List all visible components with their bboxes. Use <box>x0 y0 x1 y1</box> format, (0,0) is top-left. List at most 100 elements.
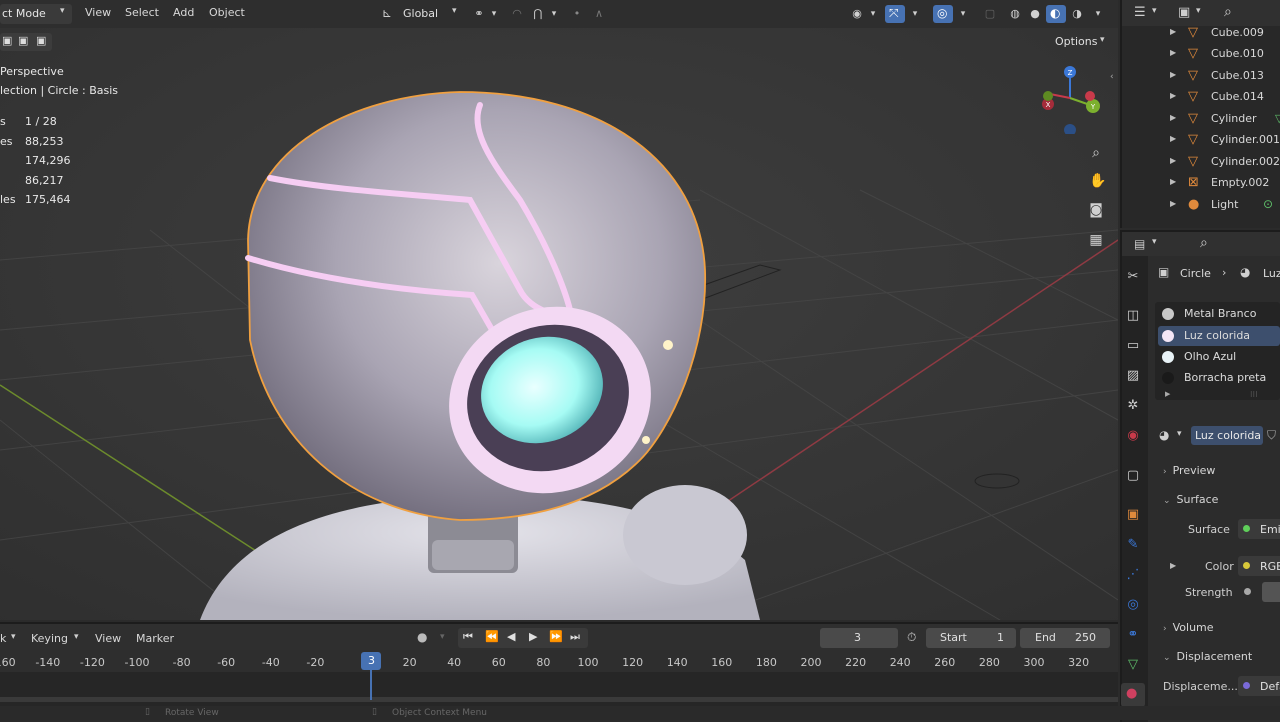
outliner-row[interactable]: ▶ ▽ Cube.013 <box>1125 66 1280 87</box>
expand-triangle-icon[interactable]: ▶ <box>1170 70 1176 79</box>
expand-triangle-icon[interactable]: ▶ <box>1170 134 1176 143</box>
gizmo-toggle-button[interactable]: ⤧ <box>885 5 905 23</box>
chevron-down-icon[interactable]: ▾ <box>908 7 922 21</box>
material-preview-button[interactable]: ◐ <box>1046 5 1066 23</box>
list-resize-grip-icon[interactable]: ⁝⁝⁝ <box>1250 390 1258 399</box>
output-tab-icon[interactable]: ▭ <box>1123 336 1143 356</box>
visibility-eye-icon[interactable]: ◉ <box>850 7 864 21</box>
chevron-down-icon[interactable]: ▾ <box>11 632 16 642</box>
chevron-down-icon[interactable]: ▾ <box>440 632 445 642</box>
surface-shader-field[interactable]: Emi <box>1238 519 1280 539</box>
current-frame-field[interactable]: 3 <box>820 628 898 648</box>
constraints-tab-icon[interactable]: ⚭ <box>1123 625 1143 645</box>
list-expand-triangle-icon[interactable]: ▶ <box>1165 390 1170 398</box>
menu-add[interactable]: Add <box>173 6 194 19</box>
transform-orientation-dropdown[interactable]: ⊾ Global ▾ <box>380 4 462 24</box>
camera-icon[interactable]: ◙ <box>1089 203 1103 217</box>
object-tab-icon[interactable]: ▣ <box>1123 505 1143 525</box>
xray-icon[interactable]: ▢ <box>983 7 997 21</box>
timeline-scrollbar[interactable] <box>0 697 1118 702</box>
outliner-row[interactable]: ▶ ▽ Cylinder ▽ <box>1125 109 1280 130</box>
outliner-row[interactable]: ▶ ▽ Cylinder.002 <box>1125 152 1280 173</box>
physics-tab-icon[interactable]: ◎ <box>1123 595 1143 615</box>
end-frame-field[interactable]: End 250 <box>1020 628 1110 648</box>
material-name-field[interactable]: Luz colorida <box>1191 426 1263 445</box>
material-datablock-selector[interactable]: ◕ ▾ Luz colorida ⛉ <box>1155 425 1280 447</box>
chevron-down-icon[interactable]: ▾ <box>1152 6 1157 16</box>
editor-type-icon[interactable]: ▤ <box>1134 237 1145 251</box>
color-input-field[interactable]: RGB <box>1238 556 1280 576</box>
rendered-shading-icon[interactable]: ◑ <box>1070 7 1084 21</box>
fake-user-shield-icon[interactable]: ⛉ <box>1267 428 1276 443</box>
material-tab-active[interactable]: ● <box>1121 683 1145 707</box>
material-slot-active[interactable]: Luz colorida <box>1158 326 1280 346</box>
strength-input-field[interactable] <box>1238 582 1280 602</box>
falloff-curve-icon[interactable]: ∧ <box>592 7 606 21</box>
expand-triangle-icon[interactable]: ▶ <box>1170 27 1176 36</box>
keying-menu[interactable]: Keying <box>31 632 68 645</box>
prev-keyframe-icon[interactable]: ⏪ <box>485 630 499 643</box>
pan-hand-icon[interactable]: ✋ <box>1089 174 1106 188</box>
3d-viewport[interactable]: Perspective lection | Circle : Basis s 1… <box>0 28 1118 620</box>
volume-panel-header[interactable]: › Volume <box>1163 621 1214 634</box>
proportional-edit-icon[interactable]: • <box>570 7 584 21</box>
marker-menu[interactable]: Marker <box>136 632 174 645</box>
timeline-view-menu[interactable]: View <box>95 632 121 645</box>
search-icon[interactable]: ⌕ <box>1200 235 1208 251</box>
displacement-input-field[interactable]: Defa <box>1238 676 1280 696</box>
next-keyframe-icon[interactable]: ⏩ <box>549 630 563 643</box>
playhead[interactable]: 3 <box>361 652 381 670</box>
modifier-tab-icon[interactable]: ✎ <box>1123 535 1143 555</box>
ortho-grid-icon[interactable]: ▦ <box>1089 233 1103 247</box>
tool-tab-icon[interactable]: ✂ <box>1123 267 1143 287</box>
filter-view-icon[interactable]: ▣ <box>1178 5 1190 20</box>
chevron-down-icon[interactable]: ▾ <box>956 7 970 21</box>
scene-tab-icon[interactable]: ✲ <box>1123 396 1143 416</box>
particles-tab-icon[interactable]: ⋰ <box>1123 565 1143 585</box>
timeline-menu-item[interactable]: k <box>0 632 6 645</box>
chevron-down-icon[interactable]: ▾ <box>1091 7 1105 21</box>
zoom-icon[interactable]: ⌕ <box>1089 146 1103 160</box>
display-mode-icon[interactable]: ☰ <box>1134 5 1146 20</box>
chevron-down-icon[interactable]: ▾ <box>1152 237 1157 247</box>
select-subtract-icon[interactable]: ▣ <box>36 34 46 47</box>
play-icon[interactable]: ▶ <box>529 630 537 643</box>
expand-triangle-icon[interactable]: ▶ <box>1170 561 1176 570</box>
pivot-link-icon[interactable]: ⚭ <box>472 7 486 21</box>
menu-select[interactable]: Select <box>125 6 159 19</box>
strength-value-box[interactable] <box>1262 582 1280 602</box>
expand-triangle-icon[interactable]: ▶ <box>1170 199 1176 208</box>
expand-triangle-icon[interactable]: ▶ <box>1170 91 1176 100</box>
material-slot[interactable]: Metal Branco <box>1158 304 1280 324</box>
select-mode-group[interactable]: ▣ ▣ ▣ <box>0 33 52 51</box>
select-extend-icon[interactable]: ▣ <box>18 34 28 47</box>
navigation-gizmo[interactable]: Z Y X <box>1038 64 1108 136</box>
preview-panel-header[interactable]: › Preview <box>1163 464 1215 477</box>
surface-panel-header[interactable]: ⌄ Surface <box>1163 493 1218 506</box>
outliner-row[interactable]: ▶ ▽ Cylinder.001 <box>1125 130 1280 151</box>
expand-triangle-icon[interactable]: ▶ <box>1170 156 1176 165</box>
expand-triangle-icon[interactable]: ▶ <box>1170 177 1176 186</box>
options-button[interactable]: Options ▾ <box>1048 32 1112 52</box>
jump-start-icon[interactable]: ⏮ <box>463 630 473 644</box>
snap-icon[interactable]: ◠ <box>510 7 524 21</box>
expand-triangle-icon[interactable]: ▶ <box>1170 48 1176 57</box>
outliner-row[interactable]: ▶ ▽ Cube.009 <box>1125 23 1280 44</box>
snap-magnet-icon[interactable]: ⋂ <box>531 7 545 21</box>
render-tab-icon[interactable]: ◫ <box>1123 306 1143 326</box>
expand-triangle-icon[interactable]: ▶ <box>1170 113 1176 122</box>
search-icon[interactable]: ⌕ <box>1224 4 1232 20</box>
chevron-down-icon[interactable]: ▾ <box>1196 6 1201 16</box>
wireframe-shading-icon[interactable]: ◍ <box>1008 7 1022 21</box>
material-slot[interactable]: Borracha preta <box>1158 368 1280 388</box>
world-tab-icon[interactable]: ◉ <box>1123 426 1143 446</box>
outliner-row[interactable]: ▶ ● Light ⊙ <box>1125 195 1280 216</box>
outliner-row[interactable]: ▶ ▽ Cube.010 <box>1125 44 1280 65</box>
menu-object[interactable]: Object <box>209 6 245 19</box>
record-keyframe-icon[interactable]: ● <box>417 630 427 644</box>
data-tab-icon[interactable]: ▽ <box>1123 655 1143 675</box>
outliner-row[interactable]: ▶ ⊠ Empty.002 <box>1125 173 1280 194</box>
jump-end-icon[interactable]: ⏭ <box>570 630 580 644</box>
stopwatch-icon[interactable]: ⏱ <box>907 630 916 645</box>
chevron-down-icon[interactable]: ▾ <box>487 7 501 21</box>
